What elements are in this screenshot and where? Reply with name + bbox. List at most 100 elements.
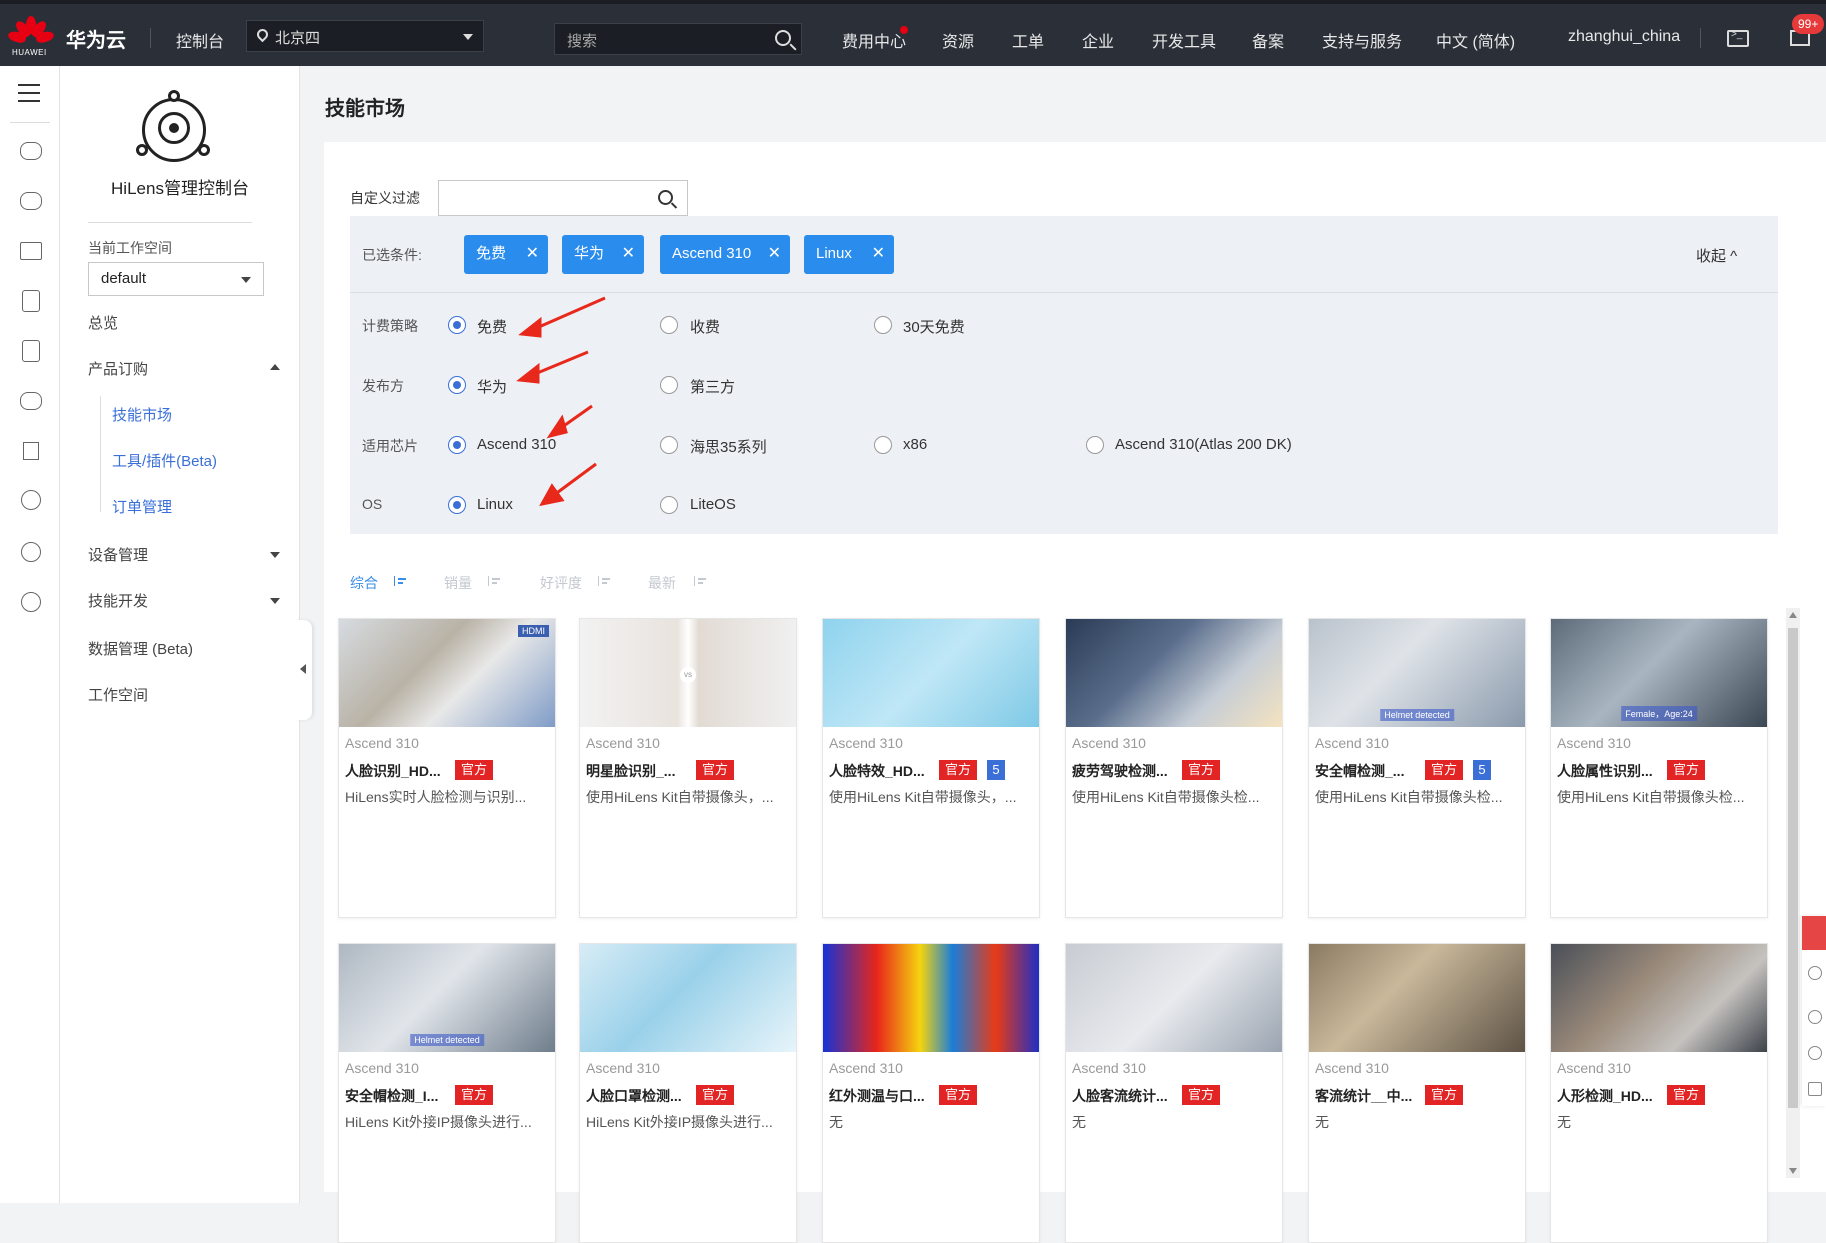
sort-icon[interactable] [488,576,500,586]
skill-card[interactable]: Helmet detected Ascend 310 安全帽检测_I... 官方 HiL… [338,943,556,1243]
scroll-thumb[interactable] [1788,628,1798,1108]
vertical-scrollbar[interactable] [1786,608,1800,1178]
card-title[interactable]: 人脸口罩检测... [586,1086,682,1106]
radio-paid[interactable] [660,316,678,334]
menu-tools-plugins[interactable]: 工具/插件(Beta) [112,450,217,471]
skill-thumbnail[interactable] [580,944,796,1052]
web-globe-icon[interactable] [21,592,41,612]
chip-huawei[interactable]: 华为 ✕ [562,235,644,274]
feedback-face-icon[interactable] [1808,966,1822,980]
nav-dev-tools[interactable]: 开发工具 [1152,28,1216,52]
skill-thumbnail[interactable] [1066,944,1282,1052]
card-title[interactable]: 人脸特效_HD... [829,761,925,781]
card-title[interactable]: 疲劳驾驶检测... [1072,761,1168,781]
nav-tickets[interactable]: 工单 [1012,28,1044,52]
skill-card[interactable]: Ascend 310 人脸口罩检测... 官方 HiLens Kit外接IP摄像头进行… [579,943,797,1243]
huawei-logo[interactable]: HUAWEI [7,16,55,60]
radio-huawei[interactable] [448,376,466,394]
card-title[interactable]: 红外测温与口... [829,1086,925,1106]
skill-thumbnail[interactable]: Helmet detected [1309,619,1525,727]
skill-thumbnail[interactable]: vs [580,619,796,727]
skill-card[interactable]: Ascend 310 疲劳驾驶检测... 官方 使用HiLens Kit自带摄像头检.… [1065,618,1283,918]
menu-skill-development[interactable]: 技能开发 [88,590,148,611]
nav-username[interactable]: zhanghui_china [1568,28,1680,46]
skill-thumbnail[interactable] [823,944,1039,1052]
skill-card[interactable]: Female，Age:24 Ascend 310 人脸属性识别... 官方 使用HiLe… [1550,618,1768,918]
region-selector[interactable]: 北京四 [246,20,484,52]
skill-card[interactable]: Ascend 310 红外测温与口... 官方无 [822,943,1040,1243]
skill-thumbnail[interactable]: HDMI [339,619,555,727]
headset-icon[interactable] [1808,1010,1822,1024]
close-icon[interactable]: ✕ [872,235,885,273]
sail-icon[interactable] [23,442,39,460]
device-icon[interactable] [22,290,40,312]
sort-icon[interactable] [598,576,610,586]
search-icon[interactable] [775,30,791,46]
skill-card[interactable]: Ascend 310 人脸客流统计... 官方无 [1065,943,1283,1243]
skill-card[interactable]: vs Ascend 310 明星脸识别_... 官方 使用HiLens Kit自带摄像头… [579,618,797,918]
close-icon[interactable]: ✕ [622,235,635,273]
card-title[interactable]: 人脸客流统计... [1072,1086,1168,1106]
radio-third-party[interactable] [660,376,678,394]
skill-card[interactable]: Ascend 310 人脸特效_HD... 官方 5 使用HiLens Kit自带摄像头… [822,618,1040,918]
chevron-down-icon[interactable] [270,598,280,604]
card-title[interactable]: 人形检测_HD... [1557,1086,1653,1106]
radio-linux[interactable] [448,496,466,514]
chevron-down-icon[interactable] [270,552,280,558]
skill-thumbnail[interactable]: Female，Age:24 [1551,619,1767,727]
nav-billing[interactable]: 费用中心 [842,28,906,52]
menu-order-management[interactable]: 订单管理 [112,496,172,517]
database-icon[interactable] [22,340,40,362]
hamburger-menu-icon[interactable] [18,84,40,102]
sort-sales[interactable]: 销量 [444,573,472,593]
skill-thumbnail[interactable] [1551,944,1767,1052]
nav-language[interactable]: 中文 (简体) [1436,28,1515,52]
skill-thumbnail[interactable] [1309,944,1525,1052]
storage-icon[interactable] [20,192,42,210]
menu-overview[interactable]: 总览 [88,312,118,333]
radio-ascend-310-atlas[interactable] [1086,436,1104,454]
skill-card[interactable]: Helmet detected Ascend 310 安全帽检测_... 官方 5 使用H… [1308,618,1526,918]
nav-support[interactable]: 支持与服务 [1322,28,1402,52]
radio-ascend-310[interactable] [448,436,466,454]
search-icon[interactable] [658,190,673,205]
question-icon[interactable] [1808,1046,1822,1060]
nav-enterprise[interactable]: 企业 [1082,28,1114,52]
radio-30day-free[interactable] [874,316,892,334]
card-title[interactable]: 人脸属性识别... [1557,761,1653,781]
radio-x86[interactable] [874,436,892,454]
radio-hisi35[interactable] [660,436,678,454]
console-link[interactable]: 控制台 [176,28,224,52]
skill-thumbnail[interactable] [823,619,1039,727]
close-icon[interactable]: ✕ [526,235,539,273]
sidebar-collapse-handle[interactable] [296,620,312,720]
menu-product-order[interactable]: 产品订购 [88,358,148,379]
sort-newest[interactable]: 最新 [648,573,676,593]
ip-icon[interactable] [21,490,41,510]
card-title[interactable]: 人脸识别_HD... [345,761,441,781]
chat-icon[interactable] [1802,916,1826,950]
menu-device-management[interactable]: 设备管理 [88,544,148,565]
skill-thumbnail[interactable]: Helmet detected [339,944,555,1052]
edit-icon[interactable] [1808,1082,1822,1096]
cloud-icon[interactable] [20,392,42,410]
menu-data-management[interactable]: 数据管理 (Beta) [88,638,193,659]
scroll-up-arrow-icon[interactable] [1789,612,1797,618]
sort-rating[interactable]: 好评度 [540,573,582,593]
radio-free[interactable] [448,316,466,334]
nav-icp[interactable]: 备案 [1252,28,1284,52]
chip-linux[interactable]: Linux ✕ [804,235,894,274]
scroll-down-arrow-icon[interactable] [1789,1168,1797,1174]
chevron-up-icon[interactable] [270,364,280,370]
network-icon[interactable] [20,242,42,260]
menu-skill-market[interactable]: 技能市场 [112,404,172,425]
chip-ascend-310[interactable]: Ascend 310 ✕ [660,235,790,274]
card-title[interactable]: 安全帽检测_... [1315,761,1404,781]
global-search-input[interactable]: 搜索 [554,23,802,55]
skill-thumbnail[interactable] [1066,619,1282,727]
skill-card[interactable]: Ascend 310 客流统计__中... 官方无 [1308,943,1526,1243]
cloud-server-icon[interactable] [20,142,42,160]
card-title[interactable]: 明星脸识别_... [586,761,675,781]
sort-icon[interactable] [694,576,706,586]
sort-icon[interactable] [394,576,406,586]
